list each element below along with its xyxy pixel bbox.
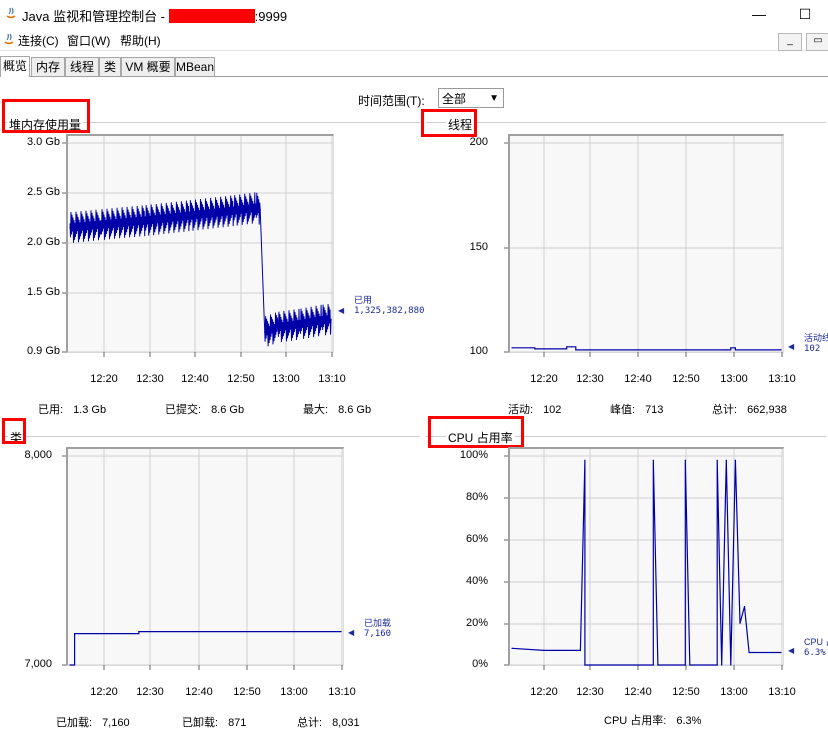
cpu-data-point [684,459,686,461]
cpu-data-point [657,664,659,666]
cpu-data-point [684,664,686,666]
cpu-data-point [730,664,732,666]
cpu-data-point [716,664,718,666]
cpu-data-point [716,459,718,461]
cpu-data-point [511,647,513,649]
cpu-series-line [511,460,781,666]
cpu-data-point [584,459,586,461]
cpu-data-point [721,664,723,666]
cpu-data-point [588,664,591,666]
cpu-data-point [753,651,755,654]
cpu-data-point [689,664,691,666]
cpu-data-point [584,664,586,666]
cpu-data-point [734,459,737,461]
cpu-chart [504,449,783,670]
cpu-data-point [543,649,545,652]
cpu-data-point [739,622,741,624]
cpu-data-point [652,459,654,461]
cpu-data-point [780,651,782,654]
cpu-data-point [743,605,746,608]
cpu-data-point [725,459,727,461]
cpu-data-point [579,649,582,652]
cpu-data-point [652,664,654,666]
cpu-data-point [748,651,750,654]
